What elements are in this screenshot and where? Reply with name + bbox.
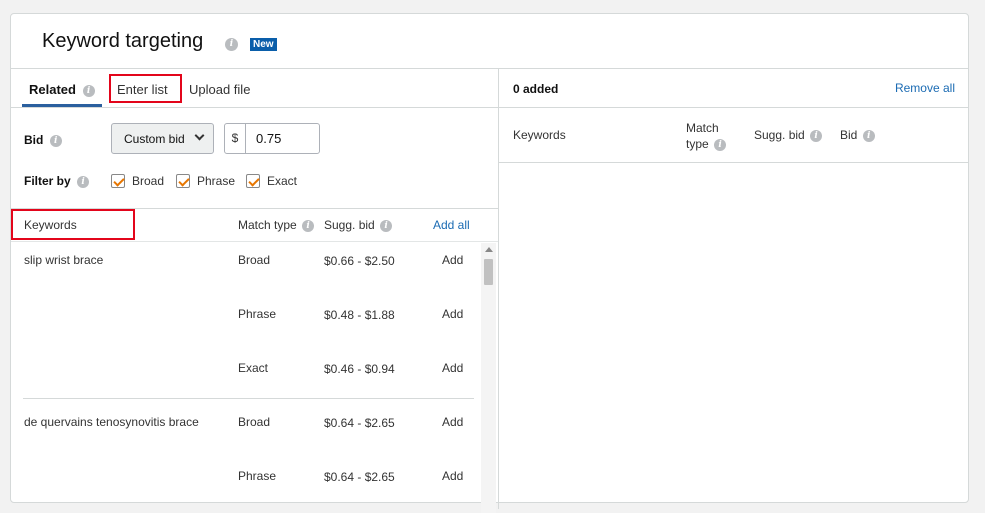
highlight-box bbox=[109, 74, 182, 103]
keyword-text: de quervains tenosynovitis brace bbox=[24, 415, 199, 429]
bid-amount-field[interactable]: $ 0.75 bbox=[224, 123, 320, 154]
bid-type-value: Custom bid bbox=[124, 132, 185, 146]
col-match-type: Match type i bbox=[238, 218, 315, 232]
col-sugg-bid-label: Sugg. bid bbox=[754, 128, 805, 142]
match-type: Phrase bbox=[238, 307, 277, 321]
currency-symbol: $ bbox=[225, 124, 246, 153]
info-icon[interactable]: i bbox=[82, 84, 95, 97]
add-keyword-button[interactable]: Add bbox=[442, 361, 463, 375]
col-match-type-line1: Match bbox=[686, 121, 719, 135]
info-icon[interactable]: i bbox=[302, 219, 315, 232]
sugg-bid-range: $0.64 - $2.65 bbox=[324, 470, 395, 484]
sugg-bid-range: $0.48 - $1.88 bbox=[324, 308, 395, 322]
match-type: Broad bbox=[238, 415, 271, 429]
info-icon[interactable]: i bbox=[380, 219, 393, 232]
col-sugg-bid: Sugg. bid i bbox=[754, 128, 823, 142]
col-match-type: Match type i bbox=[686, 120, 727, 152]
tab-related-label: Related bbox=[29, 82, 76, 97]
added-header: 0 added Remove all bbox=[499, 69, 969, 108]
right-panel: 0 added Remove all Keywords Match type i… bbox=[499, 69, 969, 509]
scroll-up-arrow-icon[interactable] bbox=[485, 247, 493, 252]
filter-broad-label: Broad bbox=[132, 174, 165, 188]
active-tab-indicator bbox=[22, 104, 102, 107]
col-match-type-line2-text: type bbox=[686, 137, 709, 151]
tab-upload-file[interactable]: Upload file bbox=[189, 82, 250, 97]
info-icon[interactable]: i bbox=[862, 129, 875, 142]
highlight-box bbox=[11, 209, 135, 240]
scrollbar-thumb[interactable] bbox=[484, 259, 493, 285]
page-title: Keyword targeting bbox=[42, 30, 204, 52]
added-count: 0 added bbox=[513, 82, 559, 96]
col-bid: Bid i bbox=[840, 128, 875, 142]
bid-amount-value: 0.75 bbox=[256, 131, 282, 146]
match-type: Exact bbox=[238, 361, 269, 375]
row-divider bbox=[23, 398, 474, 399]
new-badge: New bbox=[250, 38, 277, 51]
filter-label-text: Filter by bbox=[24, 174, 71, 188]
card-header: Keyword targeting i New bbox=[11, 14, 968, 69]
col-bid-label: Bid bbox=[840, 128, 858, 142]
remove-all-button[interactable]: Remove all bbox=[895, 81, 955, 95]
tab-bar: Related i Enter list Upload file bbox=[11, 69, 498, 108]
add-keyword-button[interactable]: Add bbox=[442, 469, 463, 483]
filter-phrase-checkbox[interactable] bbox=[176, 174, 190, 188]
bid-label-text: Bid bbox=[24, 133, 44, 147]
filter-label: Filter by i bbox=[24, 174, 90, 188]
add-keyword-button[interactable]: Add bbox=[442, 253, 463, 267]
info-icon[interactable]: i bbox=[77, 175, 90, 188]
filter-exact-checkbox[interactable] bbox=[246, 174, 260, 188]
filter-phrase-label: Phrase bbox=[197, 174, 236, 188]
scrollbar[interactable] bbox=[481, 243, 496, 513]
sugg-bid-range: $0.64 - $2.65 bbox=[324, 416, 395, 430]
col-match-type-label: Match type bbox=[238, 218, 297, 232]
keyword-targeting-card: Keyword targeting i New Related i Enter … bbox=[10, 13, 969, 513]
info-icon[interactable]: i bbox=[810, 129, 823, 142]
col-keywords: Keywords bbox=[513, 128, 566, 142]
info-icon[interactable]: i bbox=[714, 138, 727, 151]
tab-related[interactable]: Related i bbox=[29, 82, 95, 97]
sugg-bid-range: $0.66 - $2.50 bbox=[324, 254, 395, 268]
match-type: Broad bbox=[238, 253, 271, 267]
match-type: Phrase bbox=[238, 469, 277, 483]
filter-exact-label: Exact bbox=[267, 174, 298, 188]
left-panel: Related i Enter list Upload file Bid i C… bbox=[11, 69, 499, 513]
filter-broad-checkbox[interactable] bbox=[111, 174, 125, 188]
info-icon[interactable]: i bbox=[225, 38, 238, 51]
bid-label: Bid i bbox=[24, 133, 62, 147]
sugg-bid-range: $0.46 - $0.94 bbox=[324, 362, 395, 376]
suggested-table-header: Keywords Match type i Sugg. bid i Add al… bbox=[11, 208, 498, 242]
keyword-text: slip wrist brace bbox=[24, 253, 104, 267]
bid-type-select[interactable]: Custom bid bbox=[111, 123, 214, 154]
added-table-header: Keywords Match type i Sugg. bid i Bid i bbox=[499, 108, 969, 163]
add-keyword-button[interactable]: Add bbox=[442, 415, 463, 429]
info-icon[interactable]: i bbox=[49, 134, 62, 147]
add-all-button[interactable]: Add all bbox=[433, 218, 470, 232]
add-keyword-button[interactable]: Add bbox=[442, 307, 463, 321]
col-match-type-line2: type i bbox=[686, 136, 727, 152]
col-sugg-bid: Sugg. bid i bbox=[324, 218, 393, 232]
chevron-down-icon bbox=[194, 130, 205, 141]
col-sugg-bid-label: Sugg. bid bbox=[324, 218, 375, 232]
suggested-keyword-list: slip wrist brace Broad $0.66 - $2.50 Add… bbox=[11, 243, 481, 513]
